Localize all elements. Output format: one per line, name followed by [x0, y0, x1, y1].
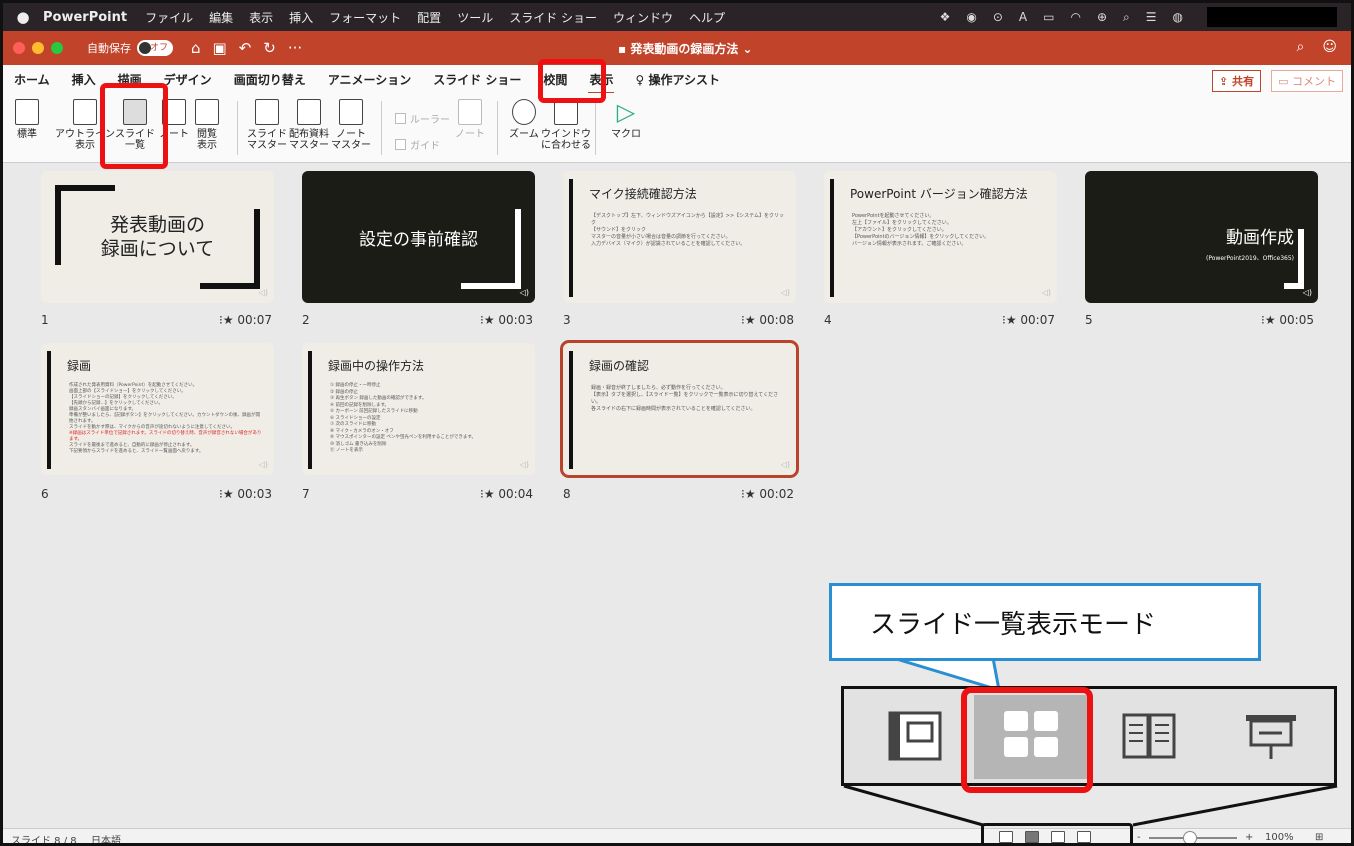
sorter-view-highlight	[961, 687, 1093, 793]
status-bar: スライド 8 / 8 日本語 - + 100% ⊞	[3, 828, 1351, 846]
zoom-slider-knob[interactable]	[1183, 831, 1197, 843]
slide-sorter-highlight	[100, 83, 168, 169]
fit-slide-icon[interactable]: ⊞	[1315, 832, 1323, 843]
status-view-highlight	[981, 823, 1133, 843]
zoom-in-button[interactable]: +	[1245, 832, 1253, 843]
screenshot-frame: ● PowerPoint ファイル 編集 表示 挿入 フォーマット 配置 ツール…	[0, 0, 1354, 846]
zoom-connector-lines	[843, 784, 1338, 827]
zoom-out-button[interactable]: -	[1137, 832, 1141, 843]
language-indicator[interactable]: 日本語	[91, 832, 121, 843]
view-tab-highlight	[538, 59, 606, 103]
zoom-percentage[interactable]: 100%	[1265, 832, 1294, 843]
slide-counter: スライド 8 / 8	[11, 836, 77, 846]
